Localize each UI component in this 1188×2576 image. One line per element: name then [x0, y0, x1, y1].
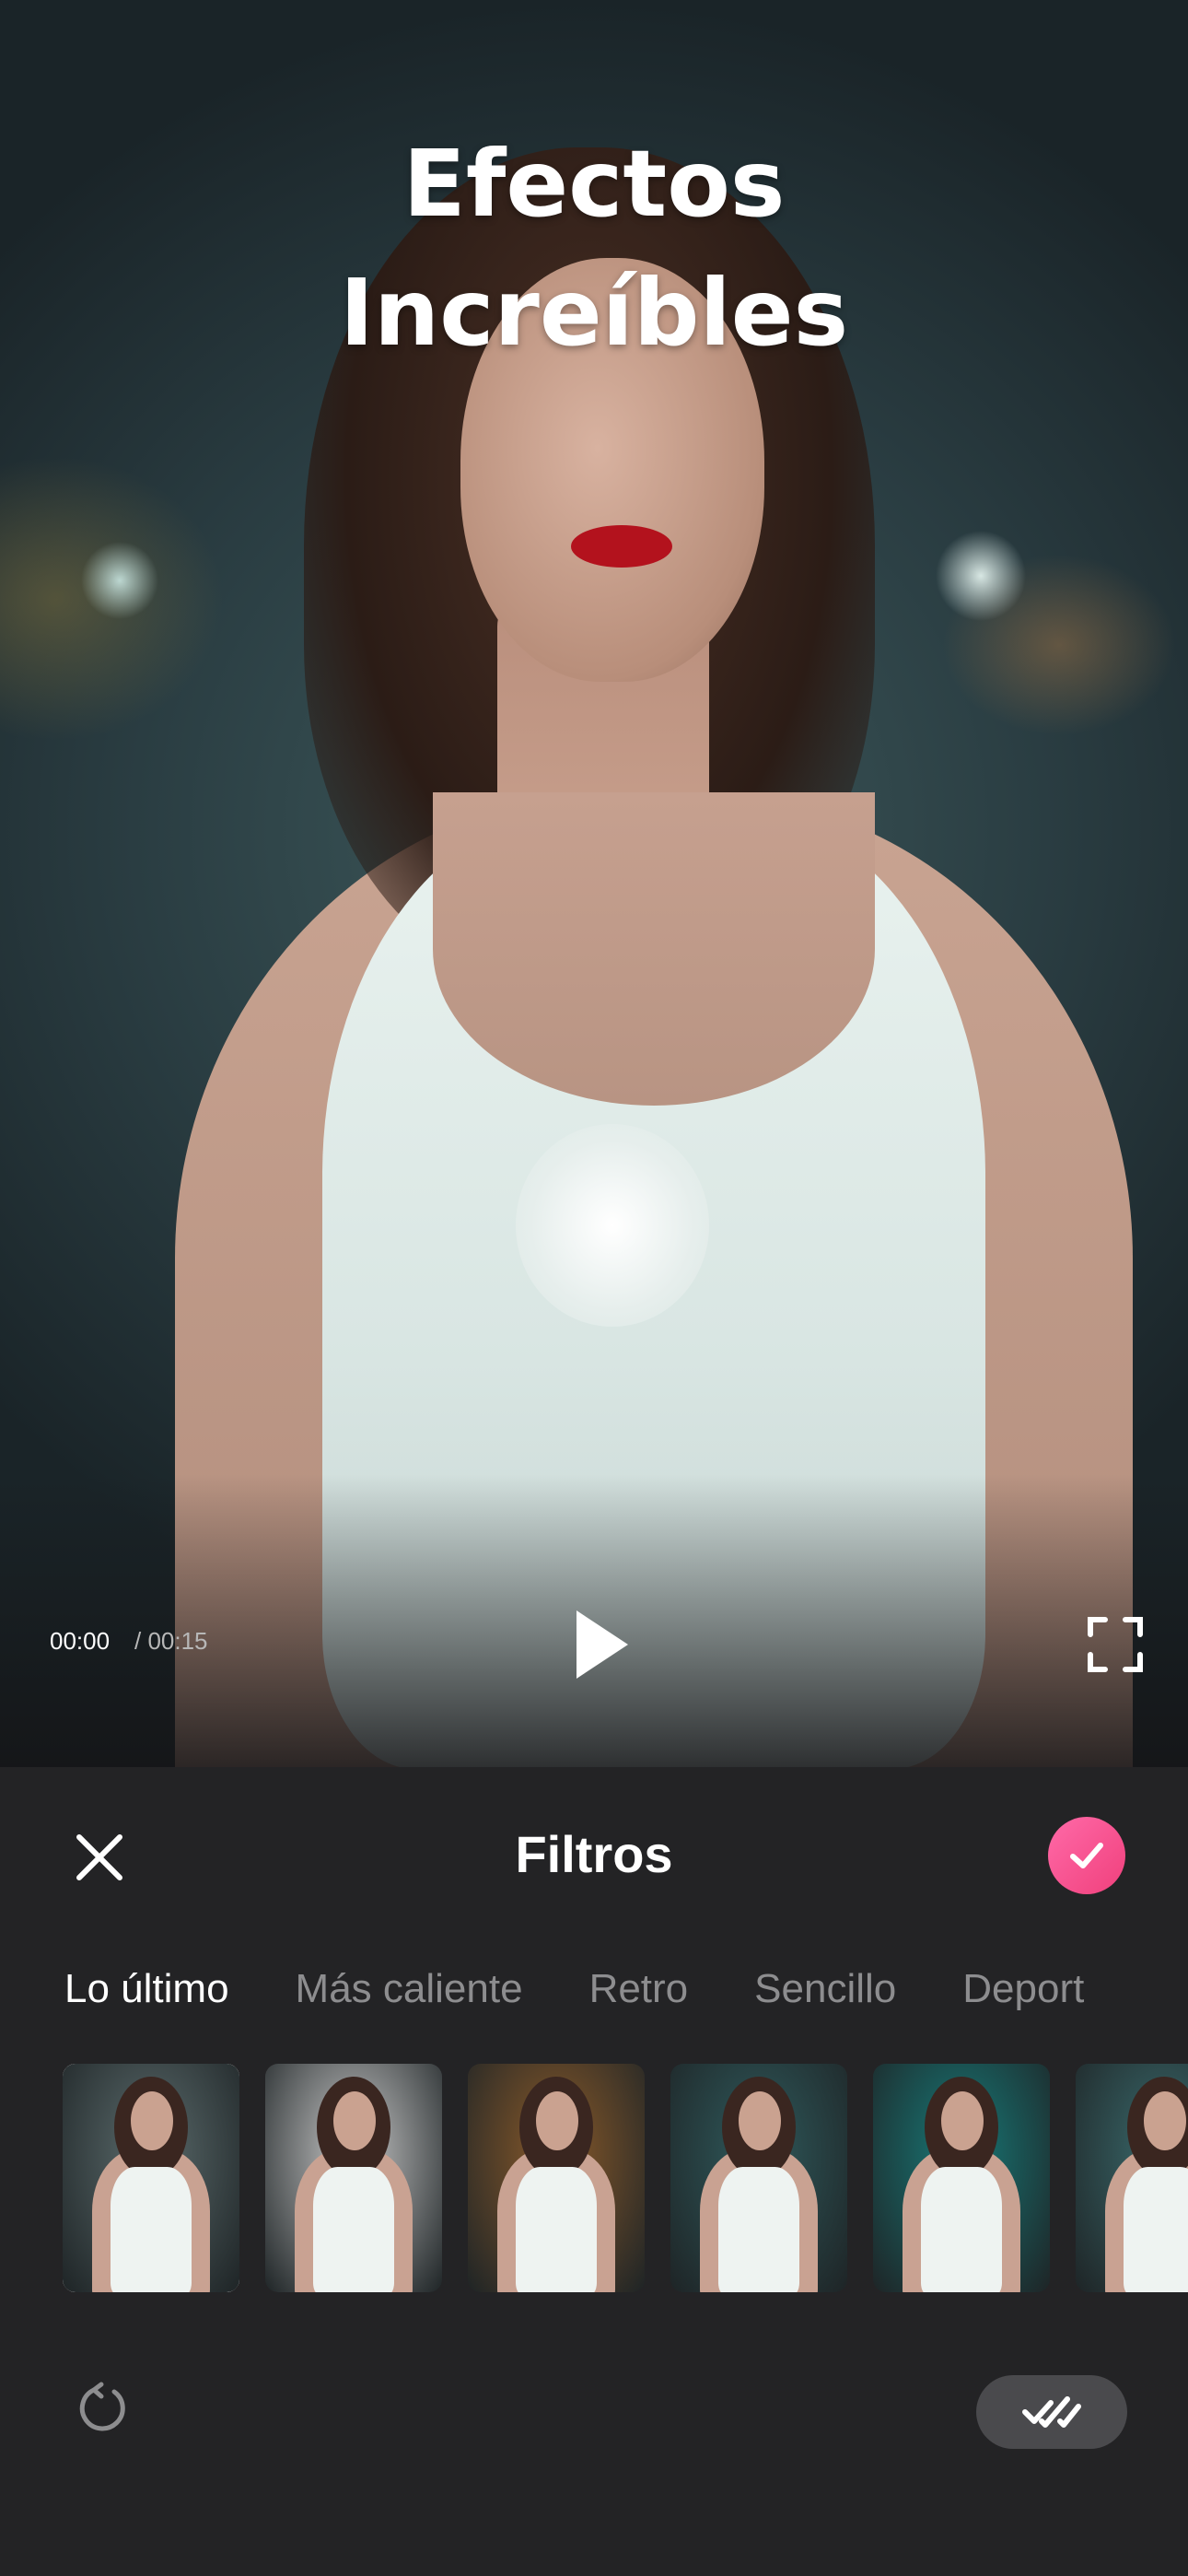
check-icon	[1070, 1843, 1103, 1868]
promo-headline: Efectos Increíbles	[0, 120, 1188, 378]
current-time: 00:00	[50, 1627, 111, 1655]
play-icon	[577, 1610, 628, 1679]
play-button[interactable]	[562, 1603, 635, 1686]
apply-to-all-button[interactable]	[976, 2375, 1127, 2449]
confirm-button[interactable]	[1048, 1817, 1125, 1894]
tab-mas-caliente[interactable]: Más caliente	[296, 1966, 523, 2012]
filter-thumbnail[interactable]	[468, 2064, 645, 2292]
preview-figure-bow	[516, 1124, 709, 1327]
fullscreen-icon	[1088, 1617, 1143, 1672]
panel-title: Filtros	[515, 1825, 673, 1883]
preview-figure-lips	[571, 525, 672, 568]
headline-line-1: Efectos	[402, 130, 786, 238]
filter-thumbnail[interactable]	[265, 2064, 442, 2292]
tab-lo-ultimo[interactable]: Lo último	[64, 1966, 229, 2012]
fullscreen-button[interactable]	[1085, 1614, 1146, 1675]
filter-category-tabs: Lo último Más caliente Retro Sencillo Deport	[64, 1966, 1188, 2021]
tab-sencillo[interactable]: Sencillo	[754, 1966, 896, 2012]
reset-icon	[79, 2382, 125, 2431]
filter-thumbnail[interactable]	[873, 2064, 1050, 2292]
filter-thumbnails	[63, 2064, 1188, 2294]
preview-figure-neckline	[433, 792, 875, 1106]
headline-line-2: Increíbles	[339, 259, 849, 367]
total-duration: / 00:15	[134, 1627, 208, 1655]
double-check-icon	[1022, 2396, 1081, 2428]
filter-thumbnail[interactable]	[63, 2064, 239, 2292]
reset-button[interactable]	[74, 2381, 129, 2436]
tab-deport[interactable]: Deport	[962, 1966, 1084, 2012]
tab-retro[interactable]: Retro	[589, 1966, 689, 2012]
filter-thumbnail[interactable]	[670, 2064, 847, 2292]
filter-thumbnail[interactable]	[1076, 2064, 1188, 2292]
